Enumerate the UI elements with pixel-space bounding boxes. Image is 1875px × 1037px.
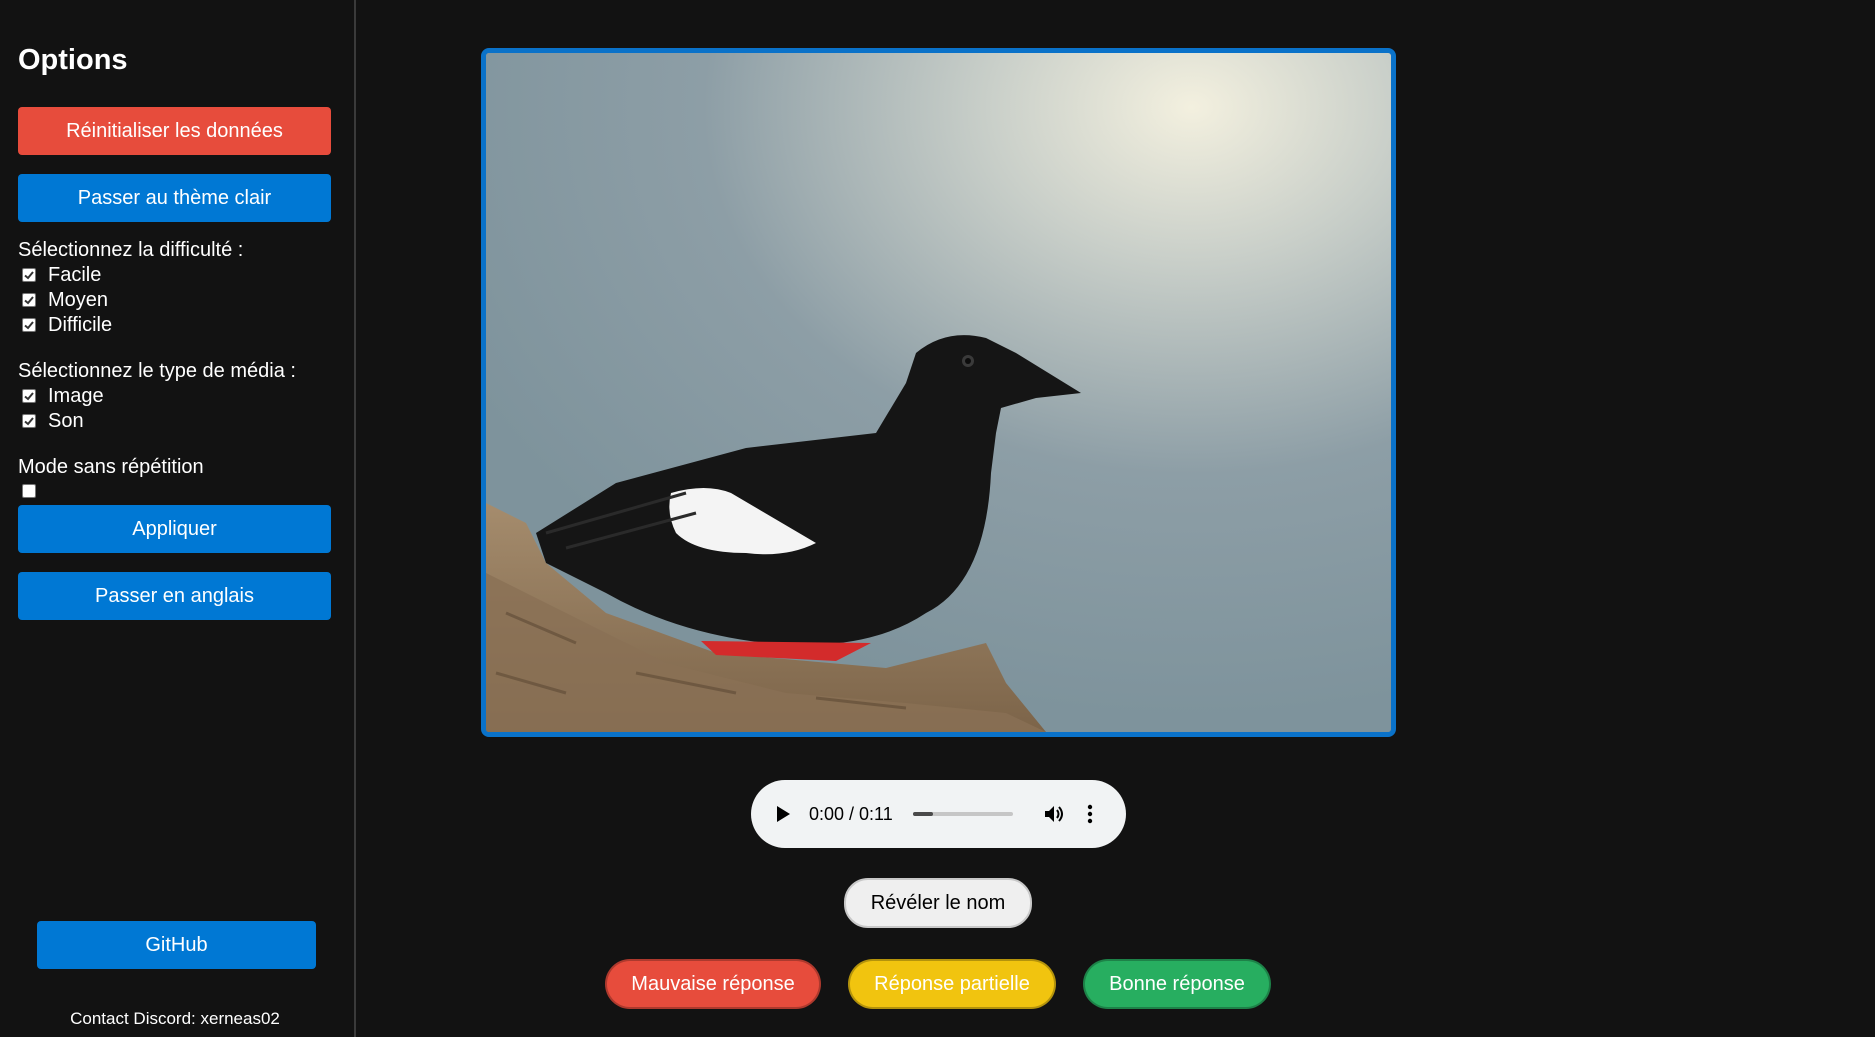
image-label: Image <box>48 384 104 407</box>
no-repeat-option[interactable] <box>22 479 48 503</box>
son-checkbox[interactable] <box>22 414 36 428</box>
moyen-checkbox[interactable] <box>22 293 36 307</box>
difficulty-heading: Sélectionnez la difficulté : <box>18 239 244 261</box>
media-heading: Sélectionnez le type de média : <box>18 360 296 382</box>
son-label: Son <box>48 409 84 432</box>
audio-progress-fill <box>912 812 933 816</box>
difficile-checkbox[interactable] <box>22 318 36 332</box>
reset-data-button[interactable]: Réinitialiser les données <box>18 107 331 155</box>
bird-photo <box>486 53 1391 732</box>
sidebar: Options Réinitialiser les données Passer… <box>0 0 356 1037</box>
image-checkbox[interactable] <box>22 389 36 403</box>
partial-answer-button[interactable]: Réponse partielle <box>848 959 1056 1009</box>
difficulty-option-difficile[interactable]: Difficile <box>22 313 112 337</box>
facile-label: Facile <box>48 263 102 286</box>
moyen-label: Moyen <box>48 288 109 311</box>
volume-icon[interactable] <box>1043 804 1065 824</box>
contact-discord-text: Contact Discord: xerneas02 <box>70 1009 280 1028</box>
no-repeat-checkbox[interactable] <box>22 484 36 498</box>
wrong-answer-button[interactable]: Mauvaise réponse <box>605 959 821 1009</box>
reveal-name-button[interactable]: Révéler le nom <box>844 878 1032 928</box>
switch-language-button[interactable]: Passer en anglais <box>18 572 331 620</box>
no-repeat-label: Mode sans répétition <box>18 456 204 478</box>
toggle-theme-button[interactable]: Passer au thème clair <box>18 174 331 222</box>
media-option-son[interactable]: Son <box>22 409 84 433</box>
right-answer-button[interactable]: Bonne réponse <box>1083 959 1271 1009</box>
audio-progress-track[interactable] <box>912 812 1013 816</box>
play-icon[interactable] <box>775 805 791 823</box>
difficulty-option-facile[interactable]: Facile <box>22 263 101 287</box>
apply-button[interactable]: Appliquer <box>18 505 331 553</box>
difficulty-option-moyen[interactable]: Moyen <box>22 288 108 312</box>
github-button[interactable]: GitHub <box>37 921 316 969</box>
more-options-icon[interactable] <box>1087 804 1093 824</box>
options-title: Options <box>18 44 128 76</box>
audio-player[interactable]: 0:00 / 0:11 <box>751 780 1126 848</box>
media-option-image[interactable]: Image <box>22 384 104 408</box>
facile-checkbox[interactable] <box>22 268 36 282</box>
bird-image <box>481 48 1396 737</box>
difficile-label: Difficile <box>48 313 113 336</box>
audio-time: 0:00 / 0:11 <box>809 803 893 824</box>
